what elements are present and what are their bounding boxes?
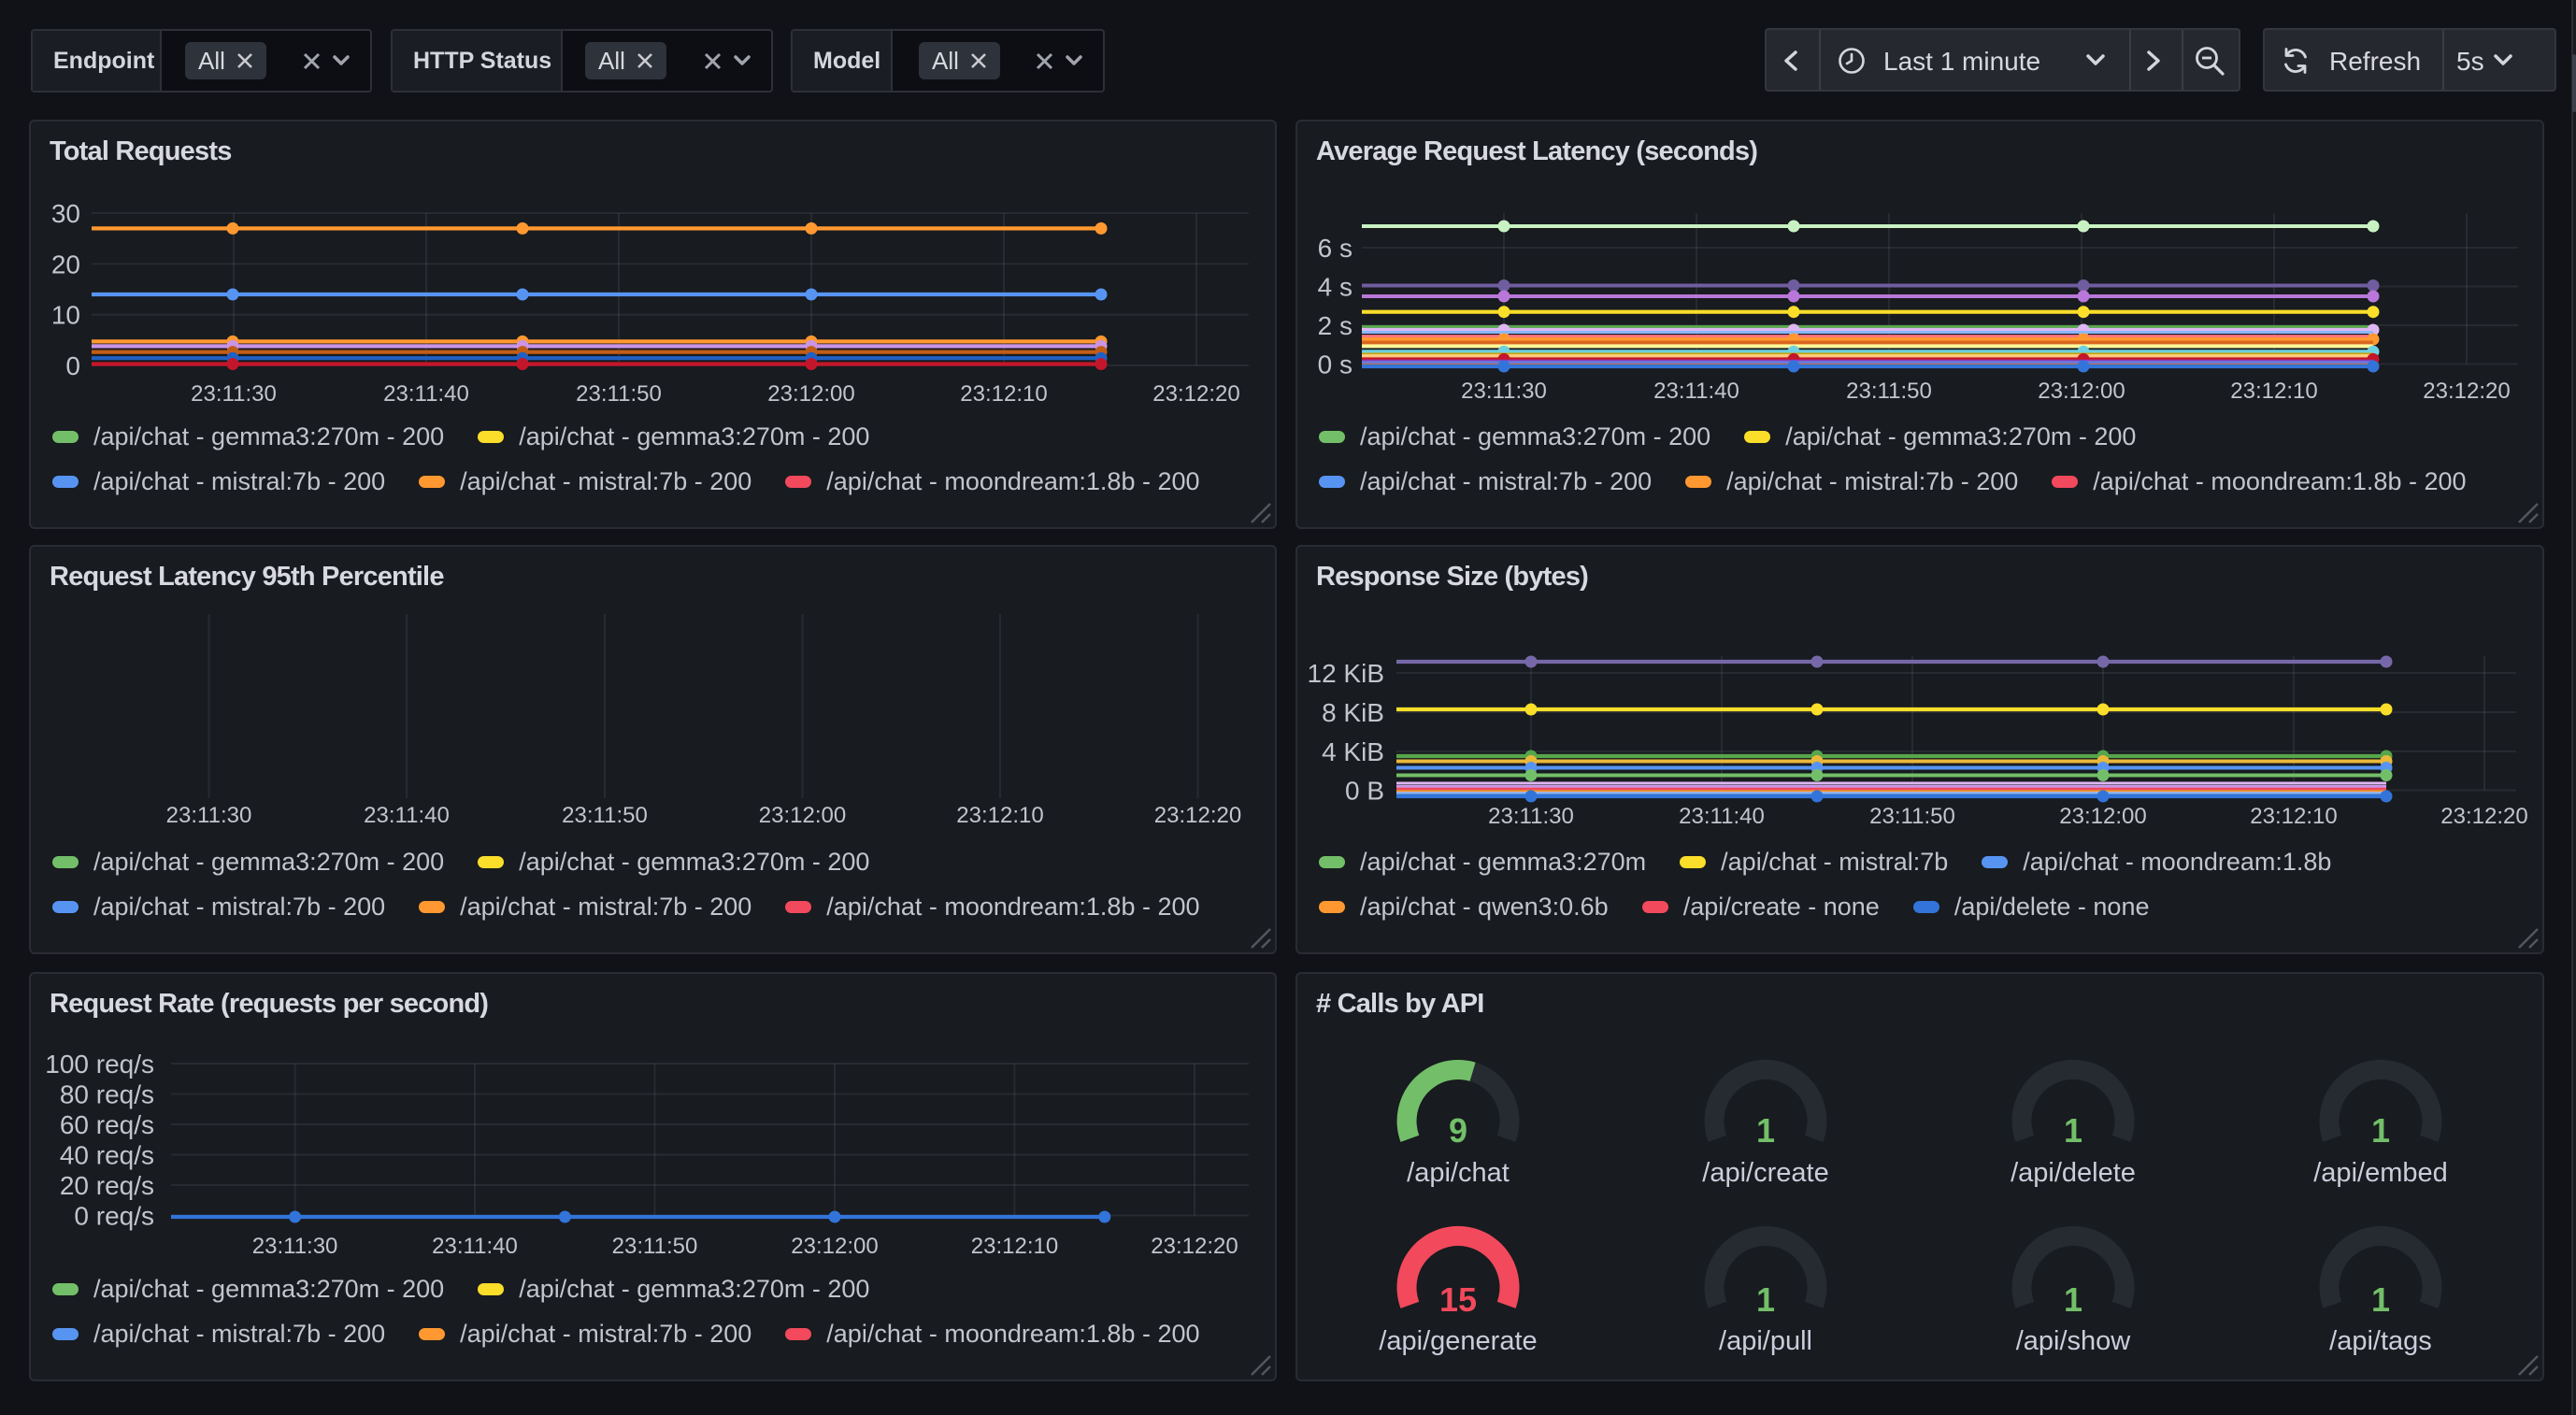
svg-text:1: 1	[1756, 1111, 1775, 1150]
svg-text:23:11:30: 23:11:30	[252, 1234, 338, 1259]
svg-text:23:11:50: 23:11:50	[1846, 379, 1932, 404]
svg-text:2 s: 2 s	[1318, 311, 1352, 340]
svg-text:23:12:00: 23:12:00	[767, 381, 854, 407]
svg-text:23:12:00: 23:12:00	[2038, 379, 2125, 404]
svg-text:23:12:00: 23:12:00	[791, 1234, 878, 1259]
svg-text:23:12:10: 23:12:10	[971, 1234, 1058, 1259]
svg-text:23:12:10: 23:12:10	[960, 381, 1047, 407]
svg-text:23:11:40: 23:11:40	[1679, 804, 1765, 829]
svg-text:23:11:40: 23:11:40	[383, 381, 469, 407]
svg-text:20 req/s: 20 req/s	[60, 1171, 154, 1200]
svg-text:23:11:50: 23:11:50	[562, 803, 648, 828]
svg-text:60 req/s: 60 req/s	[60, 1110, 154, 1139]
svg-text:/api/generate: /api/generate	[1379, 1326, 1537, 1356]
svg-text:15: 15	[1439, 1280, 1477, 1319]
svg-text:23:11:40: 23:11:40	[364, 803, 450, 828]
svg-text:23:11:50: 23:11:50	[612, 1234, 698, 1259]
svg-text:23:11:50: 23:11:50	[576, 381, 662, 407]
svg-text:23:12:20: 23:12:20	[2440, 804, 2527, 829]
svg-text:/api/create: /api/create	[1702, 1158, 1828, 1188]
svg-text:20: 20	[51, 250, 80, 279]
svg-text:0 s: 0 s	[1318, 350, 1352, 379]
svg-text:1: 1	[2064, 1280, 2082, 1319]
svg-text:23:11:30: 23:11:30	[1461, 379, 1547, 404]
svg-text:4 s: 4 s	[1318, 273, 1352, 302]
svg-text:8 KiB: 8 KiB	[1322, 698, 1384, 727]
svg-text:1: 1	[2371, 1280, 2390, 1319]
svg-text:/api/tags: /api/tags	[2329, 1326, 2432, 1356]
svg-text:23:11:30: 23:11:30	[191, 381, 277, 407]
svg-text:23:12:10: 23:12:10	[956, 803, 1043, 828]
svg-text:/api/pull: /api/pull	[1719, 1326, 1812, 1356]
svg-text:23:12:10: 23:12:10	[2230, 379, 2317, 404]
svg-text:23:12:20: 23:12:20	[1152, 381, 1239, 407]
svg-text:80 req/s: 80 req/s	[60, 1080, 154, 1109]
svg-text:/api/embed: /api/embed	[2313, 1158, 2448, 1188]
svg-text:23:12:10: 23:12:10	[2250, 804, 2337, 829]
svg-text:6 s: 6 s	[1318, 234, 1352, 263]
svg-text:23:11:50: 23:11:50	[1869, 804, 1955, 829]
svg-text:10: 10	[51, 301, 80, 330]
svg-text:23:11:40: 23:11:40	[1653, 379, 1739, 404]
svg-text:23:12:20: 23:12:20	[1154, 803, 1241, 828]
svg-text:1: 1	[1756, 1280, 1775, 1319]
svg-text:23:12:00: 23:12:00	[2059, 804, 2146, 829]
svg-text:0: 0	[65, 351, 80, 380]
svg-text:23:11:30: 23:11:30	[166, 803, 252, 828]
svg-text:9: 9	[1449, 1111, 1467, 1150]
svg-text:23:12:20: 23:12:20	[1151, 1234, 1238, 1259]
svg-text:23:12:20: 23:12:20	[2423, 379, 2510, 404]
svg-text:12 KiB: 12 KiB	[1308, 659, 1385, 688]
svg-text:40 req/s: 40 req/s	[60, 1141, 154, 1170]
svg-text:4 KiB: 4 KiB	[1322, 737, 1384, 766]
svg-text:100 req/s: 100 req/s	[45, 1050, 154, 1079]
svg-text:/api/delete: /api/delete	[2011, 1158, 2136, 1188]
svg-text:0 B: 0 B	[1345, 777, 1384, 806]
svg-text:23:11:40: 23:11:40	[432, 1234, 518, 1259]
svg-text:23:11:30: 23:11:30	[1488, 804, 1574, 829]
svg-text:/api/show: /api/show	[2016, 1326, 2132, 1356]
svg-text:1: 1	[2371, 1111, 2390, 1150]
svg-text:23:12:00: 23:12:00	[759, 803, 846, 828]
svg-text:0 req/s: 0 req/s	[74, 1202, 154, 1231]
svg-text:/api/chat: /api/chat	[1407, 1158, 1510, 1188]
svg-text:30: 30	[51, 199, 80, 228]
svg-text:1: 1	[2064, 1111, 2082, 1150]
